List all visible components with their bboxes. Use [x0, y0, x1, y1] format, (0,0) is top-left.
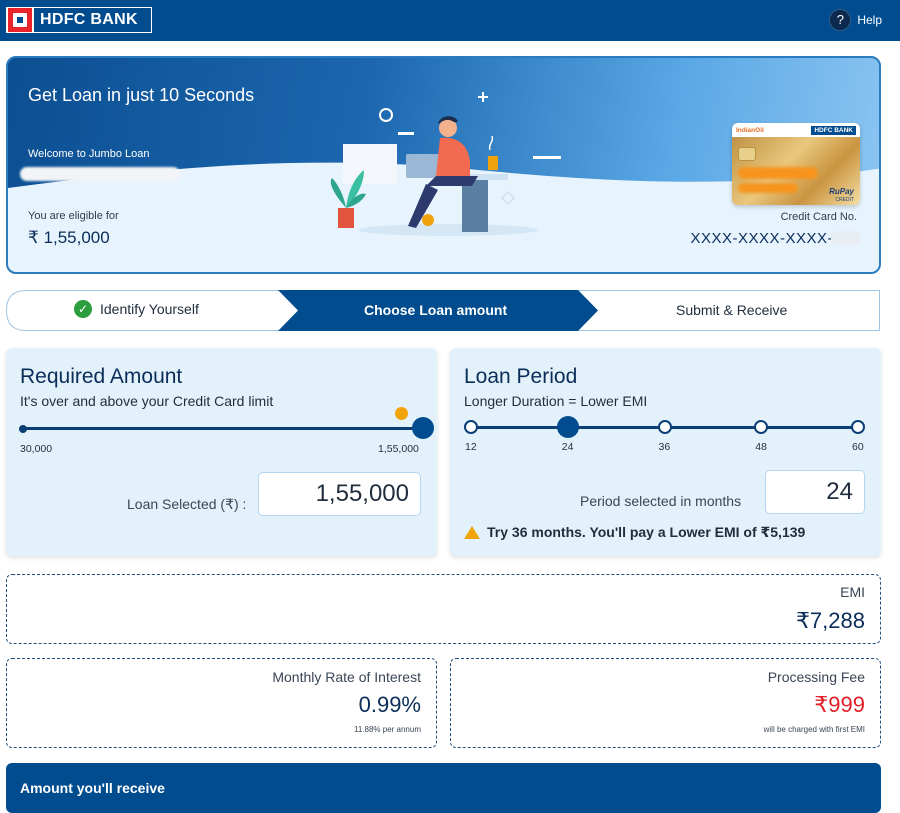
emi-tip-text: Try 36 months. You'll pay a Lower EMI of… [487, 524, 806, 540]
period-tick-label: 36 [658, 441, 671, 453]
required-amount-panel: Required Amount It's over and above your… [6, 348, 437, 556]
amount-slider-min-dot [19, 425, 27, 433]
processing-fee-label: Processing Fee [767, 669, 865, 685]
loan-period-panel: Loan Period Longer Duration = Lower EMI … [450, 348, 881, 556]
redacted-card-text [738, 183, 798, 193]
period-selected-label: Period selected in months [580, 493, 742, 509]
interest-rate-value: 0.99% [358, 692, 421, 717]
loan-period-title: Loan Period [464, 365, 578, 388]
amount-slider-track[interactable] [23, 427, 423, 430]
credit-card-image: IndianOil HDFC BANK RuPay CREDIT [732, 123, 860, 205]
top-bar: HDFC BANK ? Help [0, 0, 900, 41]
question-icon: ? [829, 9, 852, 31]
welcome-text: Welcome to Jumbo Loan [28, 148, 150, 160]
amount-slider-handle[interactable] [412, 417, 434, 439]
check-circle-icon: ✓ [74, 300, 92, 318]
loan-amount-input[interactable]: 1,55,000 [258, 472, 421, 516]
progress-steps: ✓ Identify Yourself Choose Loan amount S… [6, 290, 880, 331]
warning-icon [464, 526, 480, 539]
bank-name: HDFC BANK [34, 8, 151, 32]
rupay-logo: RuPay [829, 187, 854, 196]
period-tick-label: 48 [755, 441, 767, 453]
interest-rate-label: Monthly Rate of Interest [272, 669, 421, 685]
hdfc-logo[interactable]: HDFC BANK [6, 7, 152, 33]
emi-value: ₹7,288 [795, 608, 865, 633]
step-choose-loan-amount: Choose Loan amount [364, 302, 508, 318]
hdfc-logo-icon [8, 8, 32, 32]
hero-title: Get Loan in just 10 Seconds [28, 85, 255, 105]
amount-receive-section: Amount you'll receive [6, 763, 881, 813]
emi-box: EMI ₹7,288 [6, 574, 881, 644]
loan-selected-label: Loan Selected (₹) : [127, 496, 247, 512]
required-amount-subtitle: It's over and above your Credit Card lim… [20, 393, 274, 409]
redacted-customer-name [20, 167, 180, 181]
eligible-label: You are eligible for [28, 210, 119, 222]
interest-rate-box: Monthly Rate of Interest 0.99% 11.88% pe… [6, 658, 437, 748]
redacted-card-digits [831, 231, 861, 245]
period-tick-label: 60 [852, 441, 864, 453]
hero-banner: Get Loan in just 10 Seconds Welcome to J… [6, 56, 881, 274]
emi-tip: Try 36 months. You'll pay a Lower EMI of… [464, 524, 805, 541]
amount-max-label: 1,55,000 [378, 443, 419, 455]
processing-fee-note: will be charged with first EMI [763, 725, 865, 734]
processing-fee-box: Processing Fee ₹999 will be charged with… [450, 658, 881, 748]
step-submit-receive: Submit & Receive [676, 302, 788, 318]
eligible-amount: ₹ 1,55,000 [28, 228, 110, 247]
redacted-card-text [738, 167, 818, 179]
step-identify-yourself: ✓ Identify Yourself [74, 300, 199, 318]
max-marker-dot [395, 407, 408, 420]
amount-receive-label: Amount you'll receive [20, 780, 165, 796]
required-amount-title: Required Amount [20, 365, 183, 388]
interest-annual-note: 11.88% per annum [353, 725, 421, 734]
help-label: Help [857, 13, 882, 27]
card-type-label: CREDIT [835, 197, 854, 203]
period-tick-36[interactable] [657, 420, 672, 434]
period-tick-label: 24 [561, 441, 574, 453]
amount-min-label: 30,000 [20, 443, 53, 455]
card-chip-icon [738, 147, 756, 161]
period-tick-48[interactable] [754, 420, 769, 434]
period-input[interactable]: 24 [765, 470, 865, 514]
emi-label: EMI [840, 584, 865, 600]
period-tick-label: 12 [465, 441, 477, 453]
help-button[interactable]: ? Help [829, 9, 882, 31]
period-tick-60[interactable] [851, 420, 865, 434]
card-number-label: Credit Card No. [780, 211, 857, 223]
card-hdfc-logo: HDFC BANK [811, 125, 856, 135]
processing-fee-value: ₹999 [814, 692, 865, 717]
period-slider-handle[interactable] [556, 416, 579, 438]
card-number: XXXX-XXXX-XXXX- [690, 230, 833, 247]
indianoil-logo: IndianOil [736, 126, 764, 134]
loan-period-subtitle: Longer Duration = Lower EMI [464, 393, 648, 409]
step-label: Identify Yourself [100, 301, 199, 317]
period-tick-12[interactable] [464, 420, 478, 434]
